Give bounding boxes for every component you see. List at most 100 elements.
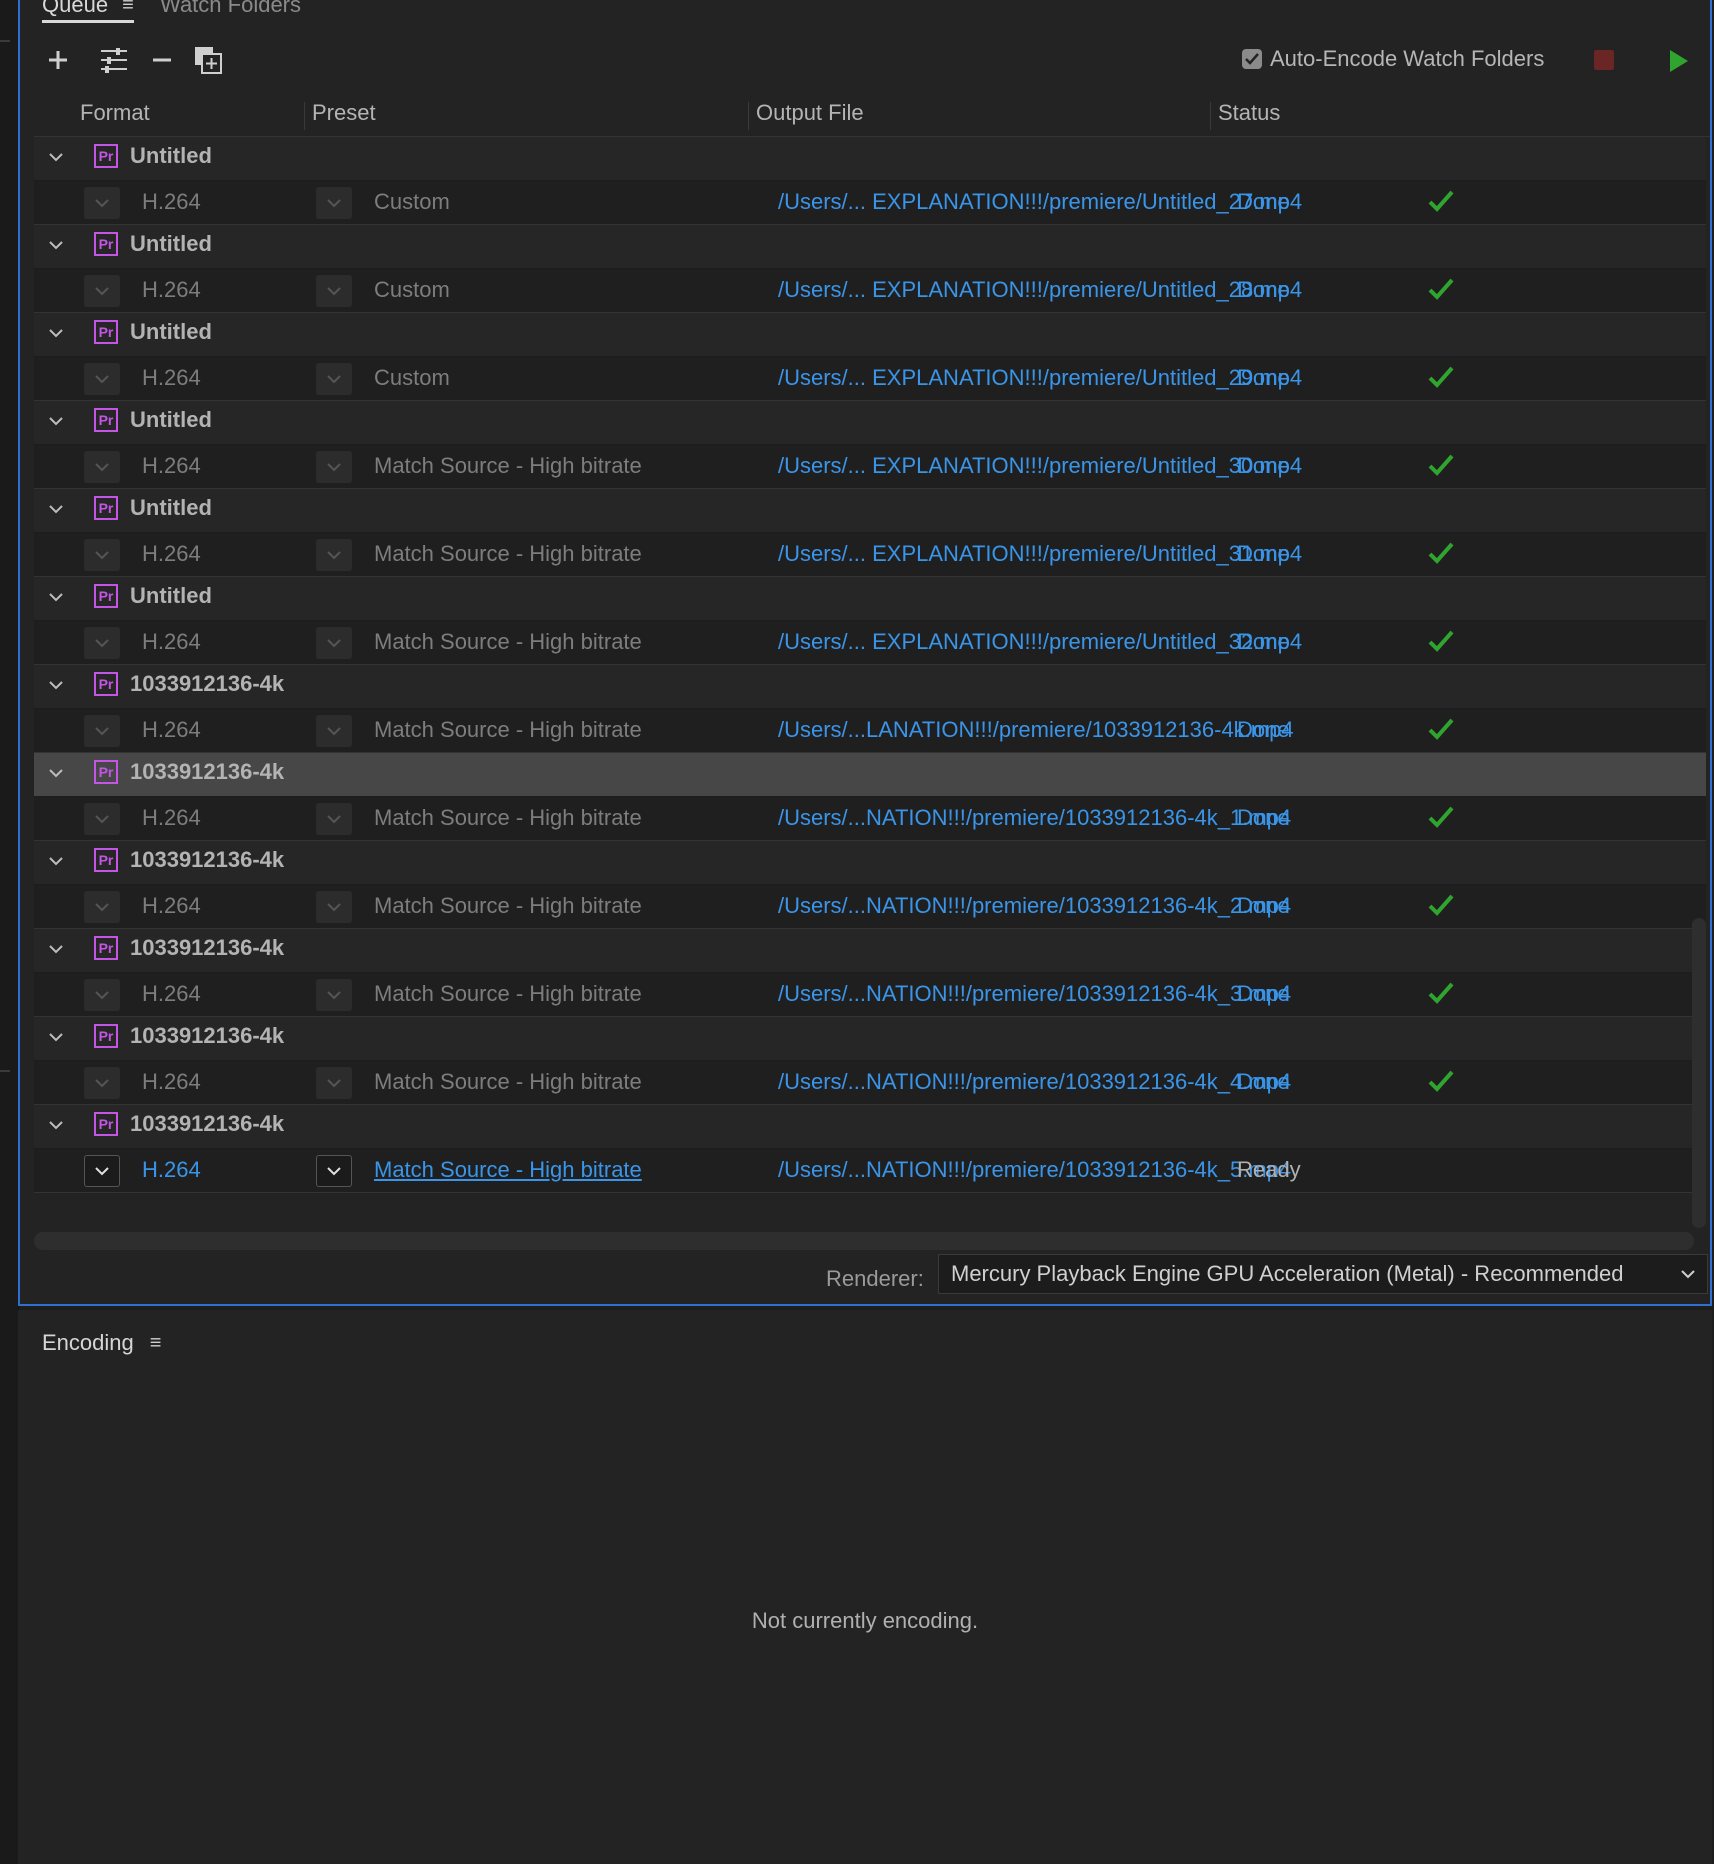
queue-output-row[interactable]: H.264 Custom/Users/... EXPLANATION!!!/pre… bbox=[34, 181, 1706, 225]
format-value[interactable]: H.264 bbox=[142, 1157, 201, 1183]
preset-value[interactable]: Match Source - High bitrate bbox=[374, 629, 642, 655]
preset-dropdown[interactable] bbox=[316, 891, 352, 923]
renderer-select[interactable]: Mercury Playback Engine GPU Acceleration… bbox=[938, 1254, 1708, 1294]
queue-output-row[interactable]: H.264 Match Source - High bitrate/Users/.… bbox=[34, 1061, 1706, 1105]
column-divider[interactable] bbox=[748, 102, 749, 130]
format-value[interactable]: H.264 bbox=[142, 629, 201, 655]
preset-dropdown[interactable] bbox=[316, 539, 352, 571]
output-file-link[interactable]: /Users/...LANATION!!!/premiere/103391213… bbox=[778, 717, 1294, 743]
hamburger-menu-icon[interactable]: ≡ bbox=[122, 0, 134, 17]
preset-dropdown[interactable] bbox=[316, 803, 352, 835]
queue-source-row[interactable]: Pr 1033912136-4k bbox=[34, 841, 1706, 885]
queue-source-row[interactable]: Pr 1033912136-4k bbox=[34, 1105, 1706, 1149]
format-dropdown[interactable] bbox=[84, 979, 120, 1011]
expand-toggle[interactable] bbox=[46, 411, 66, 431]
expand-toggle[interactable] bbox=[46, 939, 66, 959]
format-dropdown[interactable] bbox=[84, 363, 120, 395]
format-dropdown[interactable] bbox=[84, 803, 120, 835]
queue-source-row[interactable]: Pr 1033912136-4k bbox=[34, 665, 1706, 709]
column-header-preset[interactable]: Preset bbox=[312, 100, 376, 126]
remove-button[interactable] bbox=[142, 40, 182, 80]
output-file-link[interactable]: /Users/...NATION!!!/premiere/1033912136-… bbox=[778, 1069, 1291, 1095]
preset-value[interactable]: Match Source - High bitrate bbox=[374, 1157, 642, 1183]
column-header-status[interactable]: Status bbox=[1218, 100, 1280, 126]
preset-value[interactable]: Custom bbox=[374, 277, 450, 303]
preset-value[interactable]: Match Source - High bitrate bbox=[374, 893, 642, 919]
vertical-scrollbar[interactable] bbox=[1692, 918, 1706, 1228]
output-file-link[interactable]: /Users/... EXPLANATION!!!/premiere/Untit… bbox=[778, 365, 1302, 391]
preset-value[interactable]: Match Source - High bitrate bbox=[374, 717, 642, 743]
add-source-button[interactable] bbox=[38, 40, 78, 80]
expand-toggle[interactable] bbox=[46, 763, 66, 783]
queue-source-row[interactable]: Pr Untitled bbox=[34, 225, 1706, 269]
format-dropdown[interactable] bbox=[84, 539, 120, 571]
format-value[interactable]: H.264 bbox=[142, 717, 201, 743]
format-value[interactable]: H.264 bbox=[142, 365, 201, 391]
queue-source-row[interactable]: Pr Untitled bbox=[34, 577, 1706, 621]
horizontal-scrollbar[interactable] bbox=[34, 1232, 1694, 1250]
preset-value[interactable]: Match Source - High bitrate bbox=[374, 453, 642, 479]
column-header-output-file[interactable]: Output File bbox=[756, 100, 864, 126]
queue-source-row[interactable]: Pr Untitled bbox=[34, 137, 1706, 181]
preset-value[interactable]: Custom bbox=[374, 189, 450, 215]
queue-source-row[interactable]: Pr 1033912136-4k bbox=[34, 1017, 1706, 1061]
output-file-link[interactable]: /Users/...NATION!!!/premiere/1033912136-… bbox=[778, 805, 1291, 831]
preset-value[interactable]: Match Source - High bitrate bbox=[374, 981, 642, 1007]
preset-value[interactable]: Custom bbox=[374, 365, 450, 391]
queue-output-row[interactable]: H.264 Match Source - High bitrate/Users/.… bbox=[34, 885, 1706, 929]
output-file-link[interactable]: /Users/... EXPLANATION!!!/premiere/Untit… bbox=[778, 629, 1302, 655]
preset-value[interactable]: Match Source - High bitrate bbox=[374, 1069, 642, 1095]
queue-source-row[interactable]: Pr Untitled bbox=[34, 489, 1706, 533]
queue-output-row[interactable]: H.264 Match Source - High bitrate/Users/.… bbox=[34, 797, 1706, 841]
format-value[interactable]: H.264 bbox=[142, 189, 201, 215]
stop-queue-button[interactable] bbox=[1594, 50, 1614, 70]
expand-toggle[interactable] bbox=[46, 235, 66, 255]
preset-value[interactable]: Match Source - High bitrate bbox=[374, 805, 642, 831]
format-value[interactable]: H.264 bbox=[142, 541, 201, 567]
tab-queue[interactable]: Queue ≡ bbox=[42, 0, 134, 23]
queue-source-row[interactable]: Pr Untitled bbox=[34, 401, 1706, 445]
format-dropdown[interactable] bbox=[84, 451, 120, 483]
expand-toggle[interactable] bbox=[46, 1027, 66, 1047]
format-value[interactable]: H.264 bbox=[142, 981, 201, 1007]
output-file-link[interactable]: /Users/... EXPLANATION!!!/premiere/Untit… bbox=[778, 277, 1302, 303]
format-dropdown[interactable] bbox=[84, 891, 120, 923]
output-file-link[interactable]: /Users/...NATION!!!/premiere/1033912136-… bbox=[778, 893, 1291, 919]
preset-dropdown[interactable] bbox=[316, 715, 352, 747]
tab-encoding[interactable]: Encoding ≡ bbox=[42, 1330, 161, 1356]
column-divider[interactable] bbox=[1210, 102, 1211, 130]
expand-toggle[interactable] bbox=[46, 587, 66, 607]
format-value[interactable]: H.264 bbox=[142, 893, 201, 919]
output-file-link[interactable]: /Users/...NATION!!!/premiere/1033912136-… bbox=[778, 981, 1291, 1007]
tab-watch-folders[interactable]: Watch Folders bbox=[160, 0, 301, 18]
format-dropdown[interactable] bbox=[84, 715, 120, 747]
queue-output-row[interactable]: H.264 Match Source - High bitrate/Users/.… bbox=[34, 621, 1706, 665]
output-file-link[interactable]: /Users/...NATION!!!/premiere/1033912136-… bbox=[778, 1157, 1291, 1183]
preset-value[interactable]: Match Source - High bitrate bbox=[374, 541, 642, 567]
queue-output-row[interactable]: H.264 Match Source - High bitrate/Users/.… bbox=[34, 445, 1706, 489]
preset-dropdown[interactable] bbox=[316, 363, 352, 395]
expand-toggle[interactable] bbox=[46, 499, 66, 519]
preset-dropdown[interactable] bbox=[316, 979, 352, 1011]
column-divider[interactable] bbox=[304, 102, 305, 130]
format-value[interactable]: H.264 bbox=[142, 805, 201, 831]
start-queue-button[interactable] bbox=[1670, 50, 1688, 72]
queue-output-row[interactable]: H.264 Custom/Users/... EXPLANATION!!!/pre… bbox=[34, 269, 1706, 313]
queue-output-row[interactable]: H.264 Match Source - High bitrate/Users/.… bbox=[34, 709, 1706, 753]
format-value[interactable]: H.264 bbox=[142, 277, 201, 303]
preset-dropdown[interactable] bbox=[316, 1067, 352, 1099]
format-dropdown[interactable] bbox=[84, 1155, 120, 1187]
preset-dropdown[interactable] bbox=[316, 187, 352, 219]
preset-dropdown[interactable] bbox=[316, 275, 352, 307]
queue-output-row[interactable]: H.264 Match Source - High bitrate/Users/.… bbox=[34, 533, 1706, 577]
auto-encode-toggle[interactable]: Auto-Encode Watch Folders bbox=[1242, 46, 1544, 72]
queue-source-row[interactable]: Pr 1033912136-4k bbox=[34, 929, 1706, 973]
expand-toggle[interactable] bbox=[46, 851, 66, 871]
expand-toggle[interactable] bbox=[46, 1115, 66, 1135]
expand-toggle[interactable] bbox=[46, 147, 66, 167]
expand-toggle[interactable] bbox=[46, 675, 66, 695]
hamburger-menu-icon[interactable]: ≡ bbox=[150, 1332, 162, 1355]
expand-toggle[interactable] bbox=[46, 323, 66, 343]
queue-source-row[interactable]: Pr 1033912136-4k bbox=[34, 753, 1706, 797]
format-dropdown[interactable] bbox=[84, 627, 120, 659]
